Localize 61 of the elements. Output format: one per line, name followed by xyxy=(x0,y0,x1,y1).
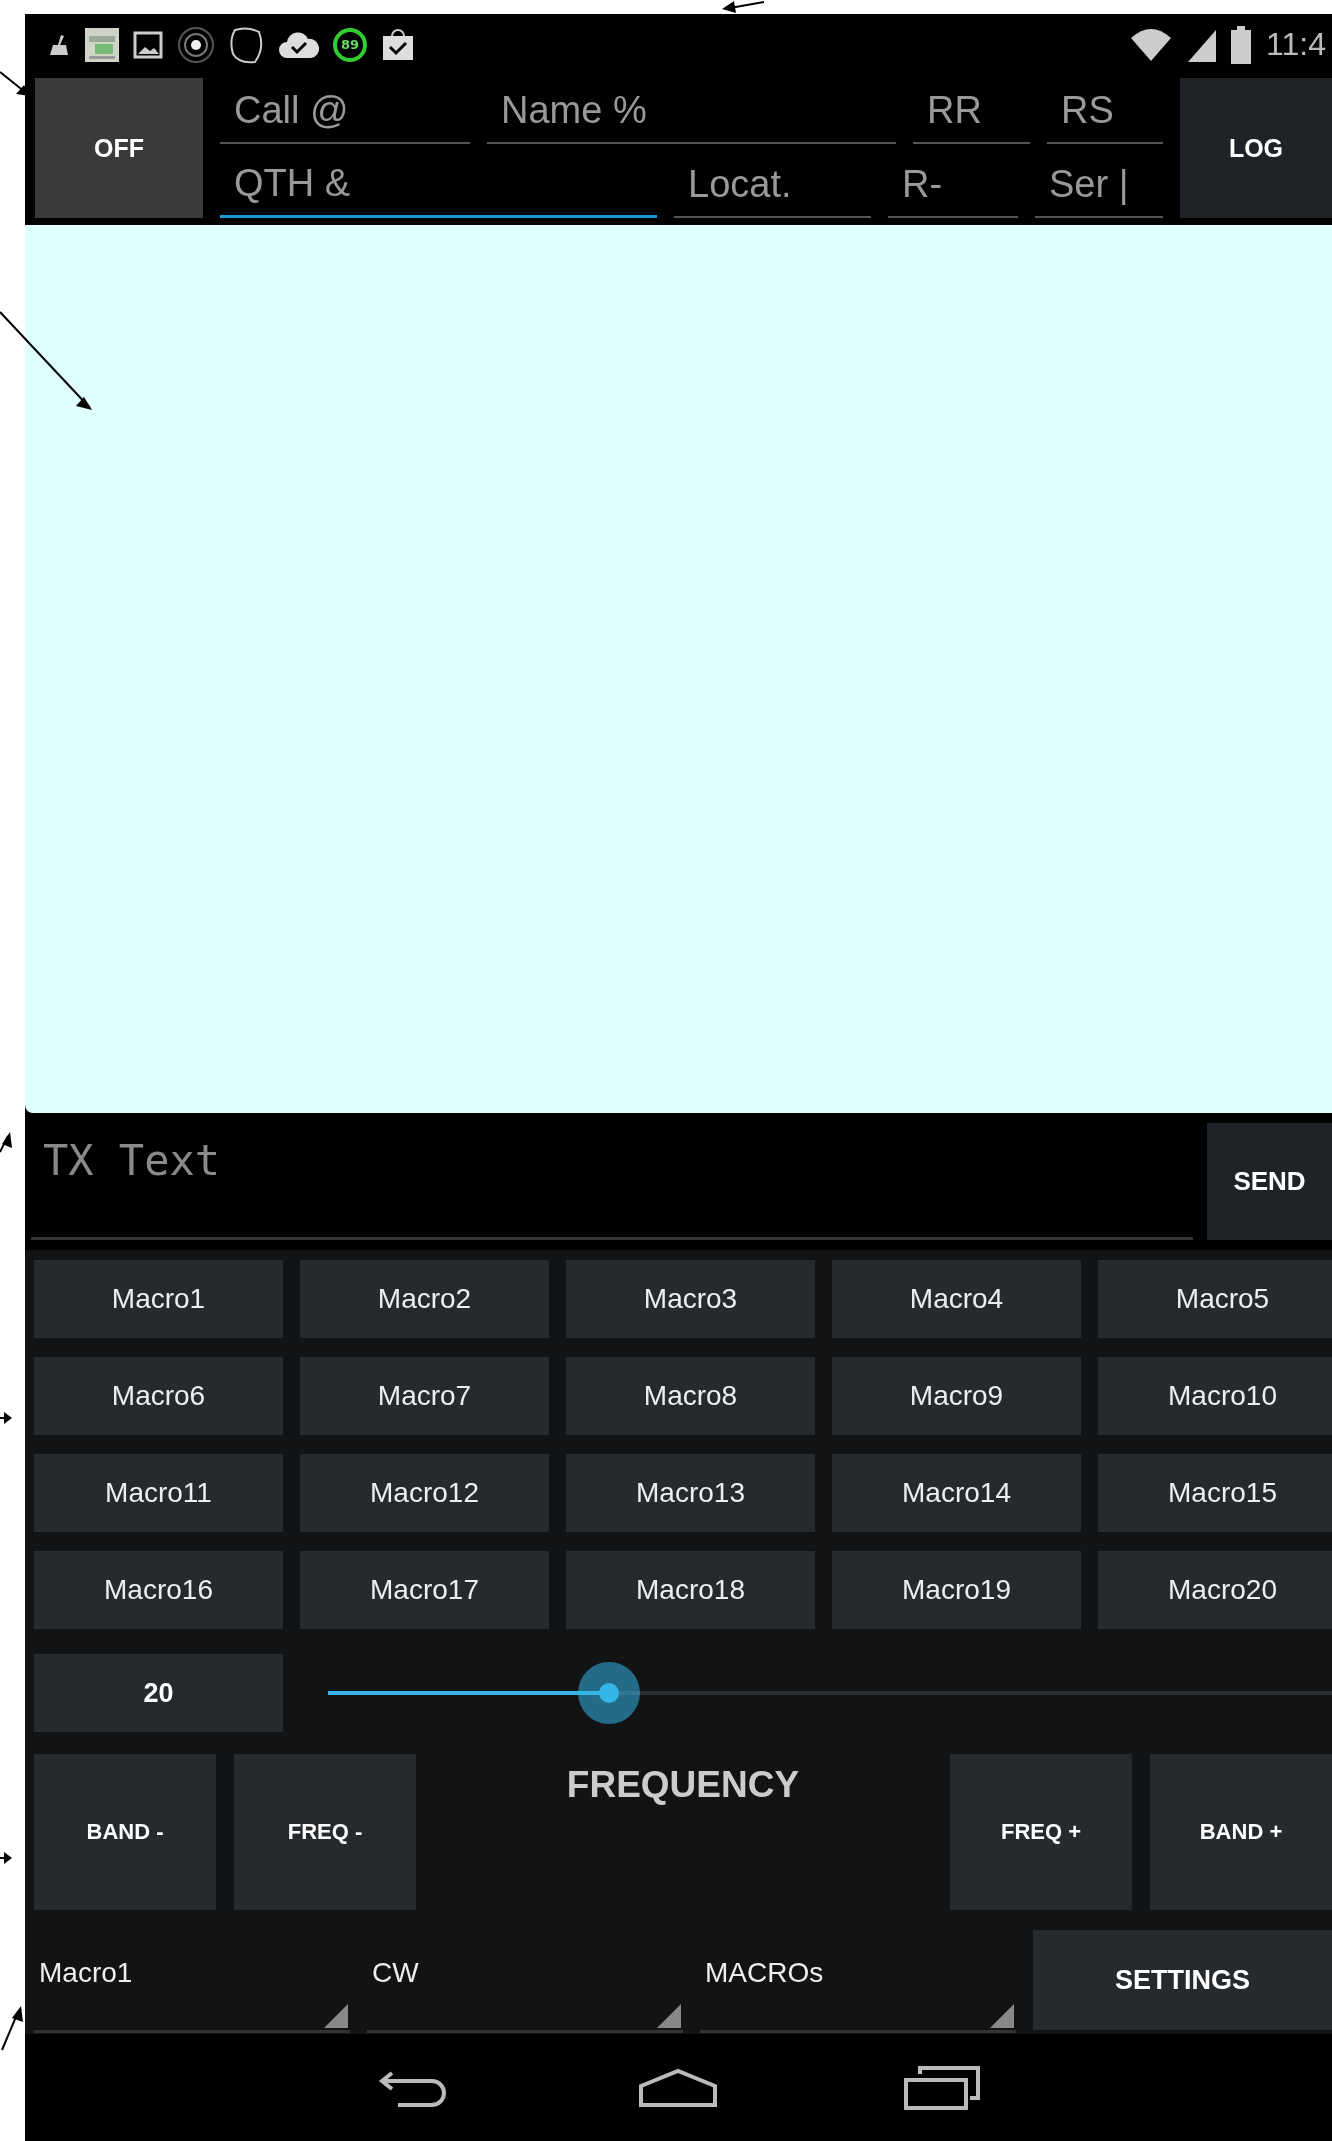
macro-button[interactable]: Macro16 xyxy=(34,1551,283,1629)
dropdown[interactable]: MACROs xyxy=(700,1930,1016,2033)
step-button[interactable]: FREQ + xyxy=(950,1754,1132,1910)
recents-icon[interactable] xyxy=(903,2065,980,2110)
image-icon xyxy=(133,30,163,59)
speed-value: 20 xyxy=(34,1654,283,1732)
step-button[interactable]: BAND - xyxy=(34,1754,216,1910)
macro-button[interactable]: Macro17 xyxy=(300,1551,549,1629)
step-button[interactable]: FREQ - xyxy=(234,1754,416,1910)
text-field[interactable]: Locat. xyxy=(674,156,871,218)
tx-text-field[interactable]: TX Text xyxy=(31,1123,1193,1240)
dropdown[interactable]: CW xyxy=(367,1930,683,2033)
macro-button[interactable]: Macro8 xyxy=(566,1357,815,1435)
macro-button[interactable]: Macro18 xyxy=(566,1551,815,1629)
macro-button[interactable]: Macro12 xyxy=(300,1454,549,1532)
frequency-title: FREQUENCY xyxy=(566,1764,800,1806)
annotation-arrow xyxy=(1,2006,23,2051)
text-field[interactable]: Call @ xyxy=(220,82,470,144)
macro-button[interactable]: Macro11 xyxy=(34,1454,283,1532)
step-button[interactable]: BAND + xyxy=(1150,1754,1332,1910)
bag-check-icon xyxy=(381,27,415,62)
text-field[interactable]: R- xyxy=(888,156,1018,218)
send-button[interactable]: SEND xyxy=(1207,1123,1332,1240)
text-field[interactable]: Ser | xyxy=(1035,156,1163,218)
broom-icon xyxy=(47,32,71,57)
macro-button[interactable]: Macro19 xyxy=(832,1551,1081,1629)
dropdown-arrow-icon xyxy=(657,2004,681,2028)
annotation-arrow xyxy=(0,1852,12,1864)
blob-icon xyxy=(229,25,265,64)
clock-time: 11:4 xyxy=(1266,26,1326,63)
settings-button[interactable]: SETTINGS xyxy=(1033,1930,1332,2030)
macro-button[interactable]: Macro3 xyxy=(566,1260,815,1338)
cloud-check-icon xyxy=(279,29,319,60)
battery-icon xyxy=(1230,25,1253,64)
home-icon[interactable] xyxy=(636,2067,719,2108)
text-field[interactable]: Name % xyxy=(487,82,896,144)
annotation-arrow xyxy=(0,1132,12,1153)
annotation-arrow xyxy=(0,1412,12,1424)
dropdown-arrow-icon xyxy=(324,2004,348,2028)
text-field[interactable]: RR xyxy=(913,82,1030,144)
progress-ring-badge: 89 xyxy=(333,27,367,62)
macro-button[interactable]: Macro1 xyxy=(34,1260,283,1338)
off-button[interactable]: OFF xyxy=(35,78,203,218)
macro-button[interactable]: Macro10 xyxy=(1098,1357,1332,1435)
macro-button[interactable]: Macro20 xyxy=(1098,1551,1332,1629)
log-button[interactable]: LOG xyxy=(1180,78,1332,218)
wifi-icon xyxy=(1130,27,1173,62)
macro-button[interactable]: Macro7 xyxy=(300,1357,549,1435)
macro-button[interactable]: Macro15 xyxy=(1098,1454,1332,1532)
macro-button[interactable]: Macro14 xyxy=(832,1454,1081,1532)
macro-button[interactable]: Macro4 xyxy=(832,1260,1081,1338)
macro-button[interactable]: Macro13 xyxy=(566,1454,815,1532)
dropdown-arrow-icon xyxy=(990,2004,1014,2028)
radio-icon xyxy=(177,25,215,64)
macro-button[interactable]: Macro2 xyxy=(300,1260,549,1338)
macro-button[interactable]: Macro9 xyxy=(832,1357,1081,1435)
dropdown[interactable]: Macro1 xyxy=(34,1930,350,2033)
macro-button[interactable]: Macro6 xyxy=(34,1357,283,1435)
text-field[interactable]: RS xyxy=(1047,82,1163,144)
macro-button[interactable]: Macro5 xyxy=(1098,1260,1332,1338)
text-field[interactable]: QTH & xyxy=(220,156,657,218)
